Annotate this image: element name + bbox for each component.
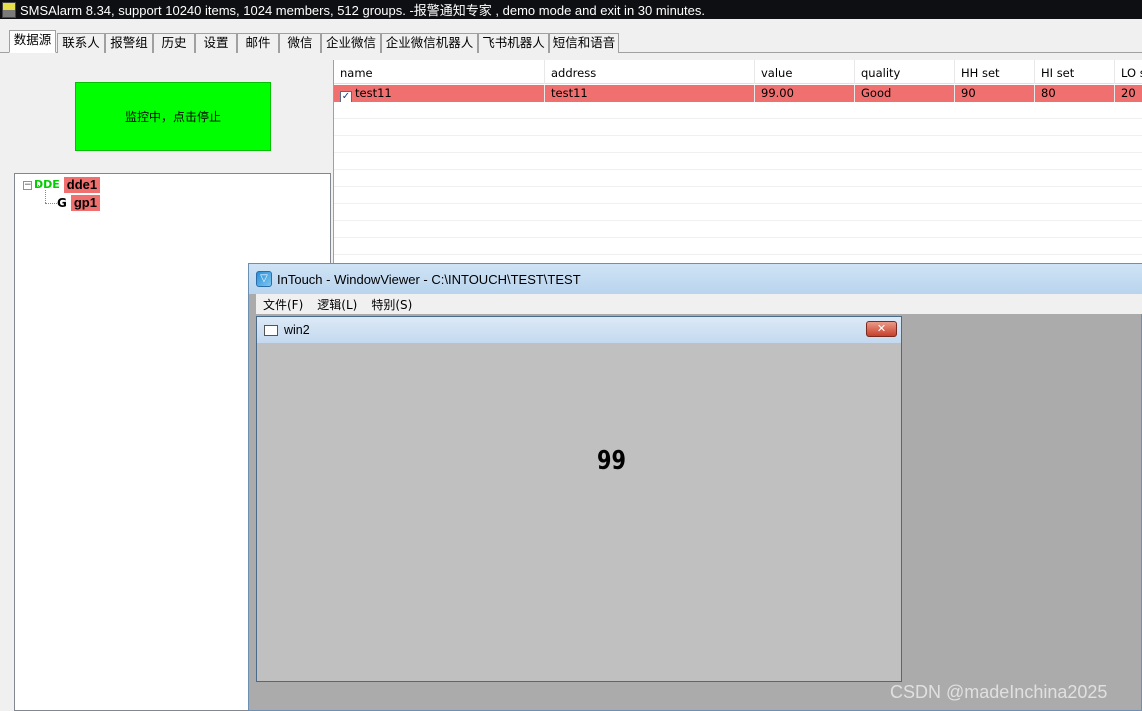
empty-row: [334, 170, 1142, 187]
tab-bar: 数据源 联系人 报警组 历史 设置 邮件 微信 企业微信 企业微信机器人 飞书机…: [0, 30, 1142, 53]
column-header-name[interactable]: name: [334, 60, 545, 84]
group-icon: G: [57, 196, 67, 210]
menu-logic[interactable]: 逻辑(L): [310, 296, 364, 313]
tab-history[interactable]: 历史: [153, 33, 195, 53]
empty-row: [334, 119, 1142, 136]
left-strip: [0, 53, 9, 711]
column-header-value[interactable]: value: [755, 60, 855, 84]
empty-row: [334, 187, 1142, 204]
empty-row: [334, 221, 1142, 238]
empty-row: [334, 102, 1142, 119]
app-icon: [2, 1, 16, 18]
intouch-menubar: 文件(F) 逻辑(L) 特别(S): [256, 294, 1142, 314]
empty-row: [334, 136, 1142, 153]
tab-sms-voice[interactable]: 短信和语音: [549, 33, 619, 53]
app-titlebar: SMSAlarm 8.34, support 10240 items, 1024…: [0, 0, 1142, 19]
tab-contacts[interactable]: 联系人: [57, 33, 105, 53]
row-checkbox[interactable]: ✓: [340, 91, 352, 102]
column-header-hh-set[interactable]: HH set: [955, 60, 1035, 84]
tree-node-label: dde1: [63, 177, 101, 193]
empty-row: [334, 238, 1142, 255]
menu-special[interactable]: 特别(S): [364, 296, 419, 313]
tab-settings[interactable]: 设置: [195, 33, 237, 53]
win2-titlebar[interactable]: win2 ✕: [257, 317, 901, 343]
empty-row: [334, 153, 1142, 170]
tab-wecom[interactable]: 企业微信: [321, 33, 381, 53]
close-button[interactable]: ✕: [866, 321, 897, 337]
monitor-stop-button[interactable]: 监控中，点击停止: [75, 82, 271, 151]
intouch-window: ▽ InTouch - WindowViewer - C:\INTOUCH\TE…: [248, 263, 1142, 711]
intouch-titlebar[interactable]: ▽ InTouch - WindowViewer - C:\INTOUCH\TE…: [249, 264, 1142, 294]
tree-node-dde1[interactable]: − DDE dde1: [23, 176, 101, 194]
items-grid: name address value quality HH set HI set…: [333, 60, 1142, 270]
cell-value: 99.00: [755, 85, 855, 102]
watermark: CSDN @madeInchina2025: [890, 682, 1108, 702]
menu-file[interactable]: 文件(F): [256, 296, 310, 313]
tab-feishu-robot[interactable]: 飞书机器人: [478, 33, 549, 53]
tab-wechat[interactable]: 微信: [279, 33, 321, 53]
cell-quality: Good: [855, 85, 955, 102]
cell-lo-set: 20: [1121, 86, 1136, 100]
column-header-quality[interactable]: quality: [855, 60, 955, 84]
grid-header: name address value quality HH set HI set…: [334, 60, 1142, 84]
win2-title: win2: [284, 323, 310, 337]
collapse-icon[interactable]: −: [23, 180, 32, 190]
column-header-hi-set[interactable]: HI set: [1035, 60, 1115, 84]
window-icon: [264, 324, 278, 336]
tab-wecom-robot[interactable]: 企业微信机器人: [381, 33, 478, 53]
cell-name: ✓ test11: [334, 85, 545, 102]
win2-window: win2 ✕ 99: [256, 316, 902, 682]
column-header-address[interactable]: address: [545, 60, 755, 84]
column-header-lo-set[interactable]: LO se: [1115, 60, 1142, 84]
empty-row: [334, 204, 1142, 221]
table-row[interactable]: ✓ test11 test11 99.00 Good 90 80 20: [334, 85, 1142, 102]
dde-icon: DDE: [34, 178, 60, 191]
cell-hi-set: 80: [1035, 85, 1115, 102]
tab-alarm-groups[interactable]: 报警组: [105, 33, 153, 53]
tree-node-gp1[interactable]: G gp1: [57, 194, 100, 212]
win2-body: 99: [257, 343, 901, 681]
cell-address: test11: [545, 85, 755, 102]
intouch-logo-icon: ▽: [256, 271, 272, 287]
tree-node-label: gp1: [70, 195, 100, 211]
tag-value-display: 99: [597, 446, 626, 476]
tab-data-source[interactable]: 数据源: [9, 30, 56, 53]
intouch-title: InTouch - WindowViewer - C:\INTOUCH\TEST…: [277, 271, 581, 287]
app-title: SMSAlarm 8.34, support 10240 items, 1024…: [20, 3, 705, 18]
cell-hh-set: 90: [955, 85, 1035, 102]
tab-email[interactable]: 邮件: [237, 33, 279, 53]
